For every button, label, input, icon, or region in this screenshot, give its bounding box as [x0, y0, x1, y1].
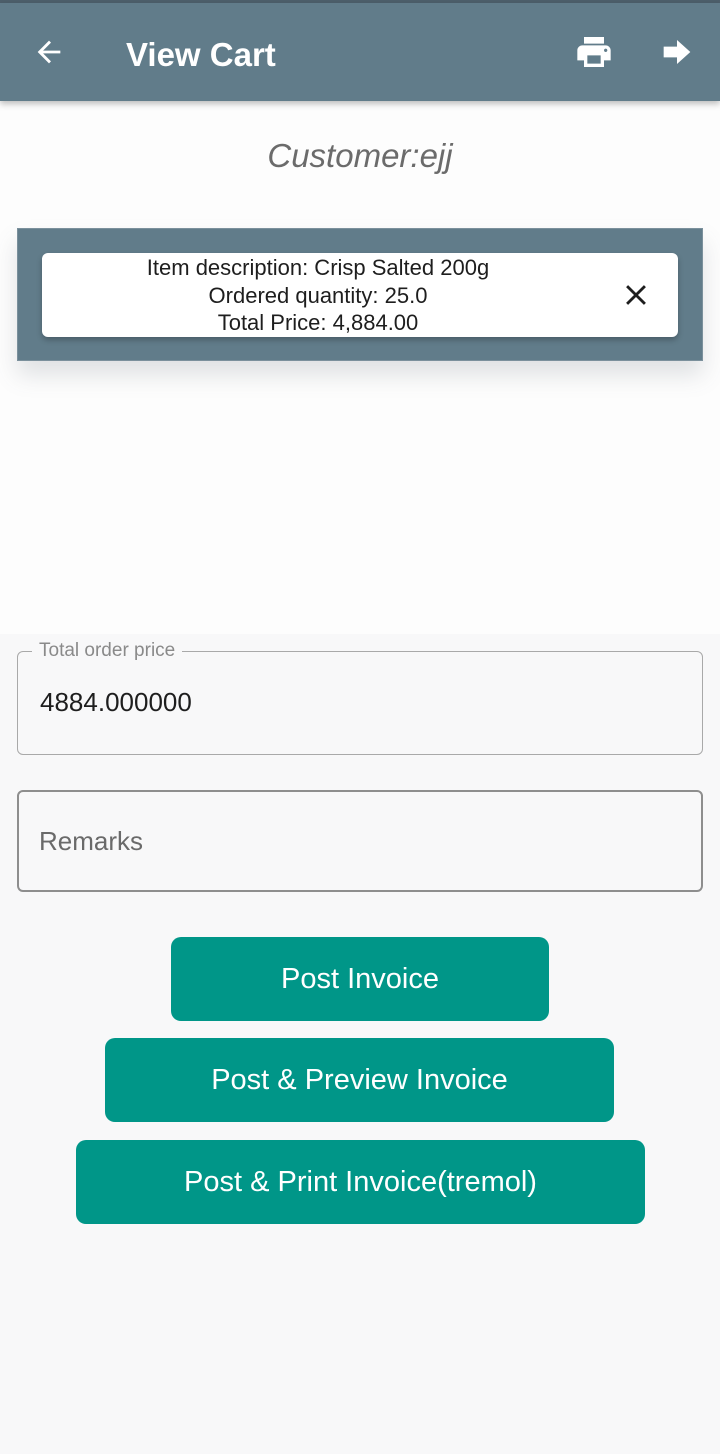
item-description: Item description: Crisp Salted 200g [146, 255, 490, 280]
close-icon [626, 285, 646, 305]
customer-label: Customer:ejj [267, 137, 453, 174]
post-invoice-button[interactable]: Post Invoice [171, 937, 549, 1021]
total-order-price-value: 4884.000000 [40, 687, 192, 717]
cart-list: Item description: Crisp Salted 200g Orde… [0, 211, 720, 634]
print-button[interactable] [569, 27, 619, 77]
remarks-input[interactable] [17, 790, 703, 892]
total-order-price-field[interactable]: Total order price 4884.000000 [17, 640, 703, 755]
forward-button[interactable] [652, 27, 702, 77]
remove-item-button[interactable] [614, 273, 658, 317]
post-preview-invoice-button[interactable]: Post & Preview Invoice [105, 1038, 614, 1122]
back-button[interactable] [24, 27, 74, 77]
cart-item-card[interactable]: Item description: Crisp Salted 200g Orde… [42, 253, 678, 337]
total-order-price-label: Total order price [32, 640, 183, 662]
customer-header: Customer:ejj [0, 101, 720, 211]
view-cart-screen: View Cart Customer:ejj Item description:… [0, 0, 720, 1454]
item-quantity: Ordered quantity: 25.0 [208, 282, 428, 308]
app-bar: View Cart [0, 3, 720, 101]
arrow-forward-icon [663, 40, 691, 64]
print-icon [577, 37, 611, 67]
page-title: View Cart [126, 36, 276, 73]
arrow-back-icon [37, 40, 61, 64]
cart-item-details: Item description: Crisp Salted 200g Orde… [42, 254, 594, 337]
post-print-invoice-button[interactable]: Post & Print Invoice(tremol) [76, 1140, 645, 1224]
item-total-price: Total Price: 4,884.00 [217, 310, 419, 335]
cart-item-panel: Item description: Crisp Salted 200g Orde… [17, 228, 703, 361]
